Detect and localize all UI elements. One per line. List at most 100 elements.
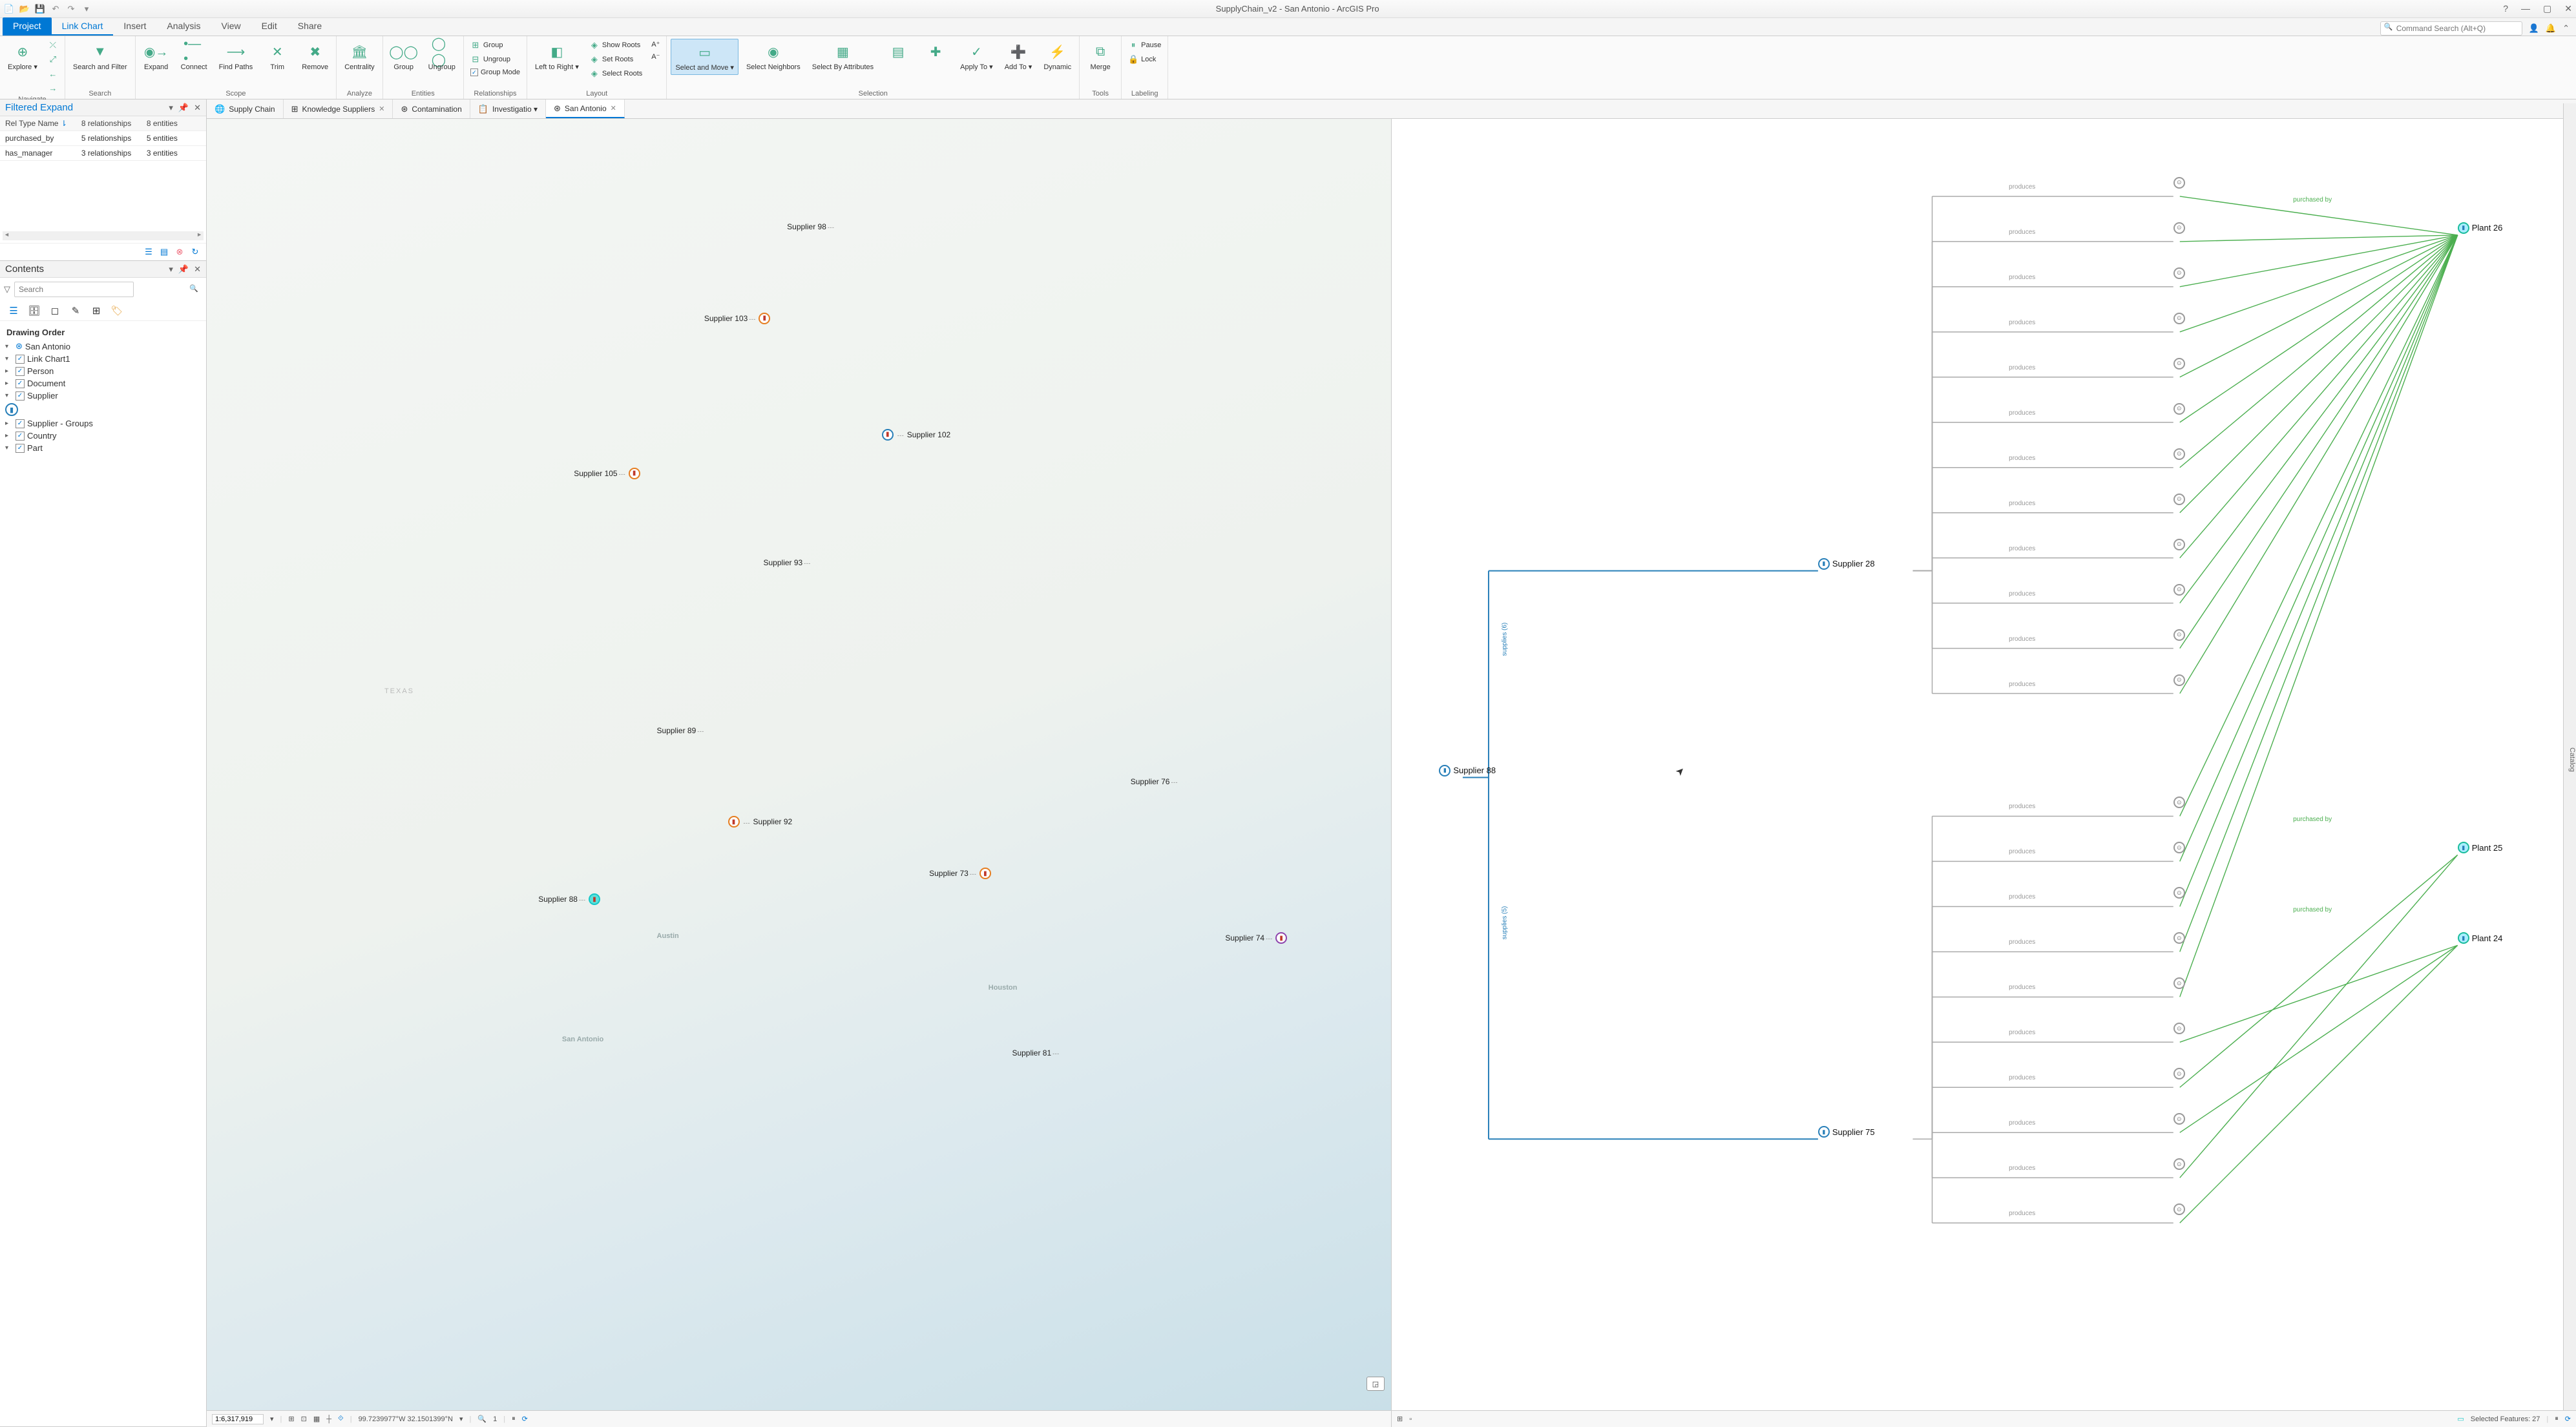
user-icon[interactable]: 👤 (2529, 23, 2539, 34)
list-by-snapping-icon[interactable]: ⊞ (89, 304, 103, 318)
ribbon-small-button[interactable]: ⊟Ungroup (468, 53, 523, 66)
scale-input[interactable] (212, 1414, 264, 1424)
product-node[interactable]: ⊙ (2173, 1068, 2185, 1079)
ribbon-small-button[interactable]: ◈Show Roots (587, 39, 645, 52)
ribbon-small-button[interactable]: ⊞Group (468, 39, 523, 52)
ribbon-button[interactable]: ✚ (919, 39, 952, 65)
tab-share[interactable]: Share (288, 17, 332, 36)
sb-icon[interactable]: ▫ (1409, 1415, 1412, 1423)
fe-col-ent[interactable]: 8 entities (147, 119, 201, 128)
qat-new-icon[interactable]: 📄 (4, 4, 14, 14)
map-supplier[interactable]: Supplier 73▮ (929, 868, 991, 879)
fe-col-rel[interactable]: 8 relationships (81, 119, 147, 128)
ribbon-button[interactable]: ⚡Dynamic (1040, 39, 1075, 74)
sb-icon[interactable]: ⊞ (1397, 1415, 1403, 1423)
ribbon-button[interactable]: •—•Connect (177, 39, 211, 74)
product-node[interactable]: ⊙ (2173, 1023, 2185, 1034)
map-supplier[interactable]: Supplier 93 (764, 558, 812, 567)
notification-icon[interactable]: 🔔 (2546, 23, 2556, 34)
document-tab[interactable]: 📋Investigatio ▾ (470, 99, 546, 118)
map-supplier[interactable]: Supplier 76 (1131, 777, 1178, 786)
sb-icon[interactable]: ⊞ (288, 1415, 294, 1423)
contents-dropdown-icon[interactable]: ▾ (169, 264, 173, 275)
contents-search-input[interactable] (14, 282, 134, 297)
checkbox[interactable]: ✓ (16, 444, 25, 453)
panel-pin-icon[interactable]: 📌 (178, 103, 189, 113)
tab-link-chart[interactable]: Link Chart (52, 17, 114, 36)
product-node[interactable]: ⊙ (2173, 1158, 2185, 1170)
map-supplier[interactable]: Supplier 105▮ (574, 468, 640, 479)
list-by-selection-icon[interactable]: ◻ (48, 304, 62, 318)
qat-customize-icon[interactable]: ▾ (81, 4, 92, 14)
document-tab[interactable]: ⊛San Antonio✕ (546, 99, 625, 118)
product-node[interactable]: ⊙ (2173, 358, 2185, 370)
product-node[interactable]: ⊙ (2173, 267, 2185, 279)
tree-layer[interactable]: ▸✓Country (3, 430, 204, 442)
product-node[interactable]: ⊙ (2173, 222, 2185, 234)
checkbox[interactable]: ✓ (16, 432, 25, 441)
expand-icon[interactable]: ▾ (5, 355, 13, 362)
product-node[interactable]: ⊙ (2173, 842, 2185, 853)
product-node[interactable]: ⊙ (2173, 932, 2185, 944)
map-supplier[interactable]: Supplier 88▮ (538, 893, 600, 905)
ribbon-small-button[interactable]: ← (45, 67, 61, 80)
tab-insert[interactable]: Insert (113, 17, 156, 36)
ribbon-small-button[interactable]: ◈Set Roots (587, 53, 645, 66)
panel-dropdown-icon[interactable]: ▾ (169, 103, 173, 113)
product-node[interactable]: ⊙ (2173, 674, 2185, 686)
map-supplier[interactable]: Supplier 103▮ (704, 313, 770, 324)
expand-icon[interactable]: ▾ (5, 392, 13, 399)
ribbon-button[interactable]: ✓Apply To ▾ (956, 39, 997, 74)
close-icon[interactable]: ✕ (2564, 3, 2572, 14)
expand-icon[interactable]: ▸ (5, 420, 13, 427)
map-navigator-icon[interactable]: ◲ (1367, 1377, 1385, 1391)
ribbon-button[interactable]: ✕Trim (260, 39, 294, 74)
product-node[interactable]: ⊙ (2173, 403, 2185, 415)
list-by-drawing-icon[interactable]: ☰ (6, 304, 21, 318)
map-supplier[interactable]: Supplier 74▮ (1225, 932, 1287, 944)
contents-pin-icon[interactable]: 📌 (178, 264, 189, 275)
sb-zoom-icon[interactable]: 🔍 (477, 1415, 487, 1423)
ribbon-small-button[interactable]: A⁺ (649, 39, 662, 50)
minimize-icon[interactable]: — (2521, 3, 2530, 14)
tab-edit[interactable]: Edit (251, 17, 288, 36)
panel-close-icon[interactable]: ✕ (194, 103, 201, 113)
filter-icon[interactable]: ▽ (4, 284, 10, 295)
product-node[interactable]: ⊙ (2173, 977, 2185, 989)
contents-close-icon[interactable]: ✕ (194, 264, 201, 275)
catalog-tab[interactable]: Catalog (2563, 103, 2576, 1410)
product-node[interactable]: ⊙ (2173, 1203, 2185, 1215)
map-supplier[interactable]: Supplier 89 (657, 726, 705, 735)
expand-icon[interactable]: ▾ (5, 444, 13, 452)
expand-icon[interactable]: ▾ (5, 343, 13, 350)
map-supplier[interactable]: Supplier 81 (1012, 1048, 1060, 1057)
refresh-icon[interactable]: ⟳ (2565, 1415, 2571, 1423)
scale-dropdown-icon[interactable]: ▾ (270, 1415, 274, 1423)
fe-row[interactable]: has_manager 3 relationships 3 entities (0, 146, 206, 161)
tree-layer[interactable]: ▸✓Person (3, 365, 204, 377)
checkbox[interactable]: ✓ (16, 419, 25, 428)
document-tab[interactable]: ⊛Contamination (393, 99, 470, 118)
tree-root[interactable]: ▾ ⊛ San Antonio (3, 340, 204, 353)
tree-layer[interactable]: ▾✓Part (3, 442, 204, 454)
tab-analysis[interactable]: Analysis (156, 17, 211, 36)
ribbon-small-button[interactable]: A⁻ (649, 51, 662, 62)
document-tab[interactable]: ⊞Knowledge Suppliers✕ (284, 99, 393, 118)
document-tab[interactable]: 🌐Supply Chain (207, 99, 284, 118)
ribbon-button[interactable]: ▦Select By Attributes (808, 39, 877, 74)
product-node[interactable]: ⊙ (2173, 313, 2185, 324)
sb-icon[interactable]: ▦ (313, 1415, 320, 1423)
expand-icon[interactable]: ▸ (5, 432, 13, 439)
ribbon-button[interactable]: ➕Add To ▾ (1001, 39, 1036, 74)
fe-col-name[interactable]: Rel Type Name ⇂ (5, 119, 81, 128)
list-by-editing-icon[interactable]: ✎ (68, 304, 83, 318)
command-search-input[interactable] (2380, 21, 2522, 36)
map-view[interactable]: TEXAS ◲ AustinHoustonSan AntonioSupplier… (207, 119, 1392, 1410)
help-icon[interactable]: ? (2503, 3, 2508, 14)
ribbon-small-button[interactable]: → (45, 81, 61, 94)
ribbon-small-button[interactable]: ✓Group Mode (468, 67, 523, 78)
sb-icon[interactable]: ┼ (326, 1415, 331, 1423)
ribbon-button[interactable]: ▭Select and Move ▾ (671, 39, 738, 75)
tab-close-icon[interactable]: ✕ (379, 105, 384, 113)
ribbon-button[interactable]: ⧉Merge (1084, 39, 1117, 74)
